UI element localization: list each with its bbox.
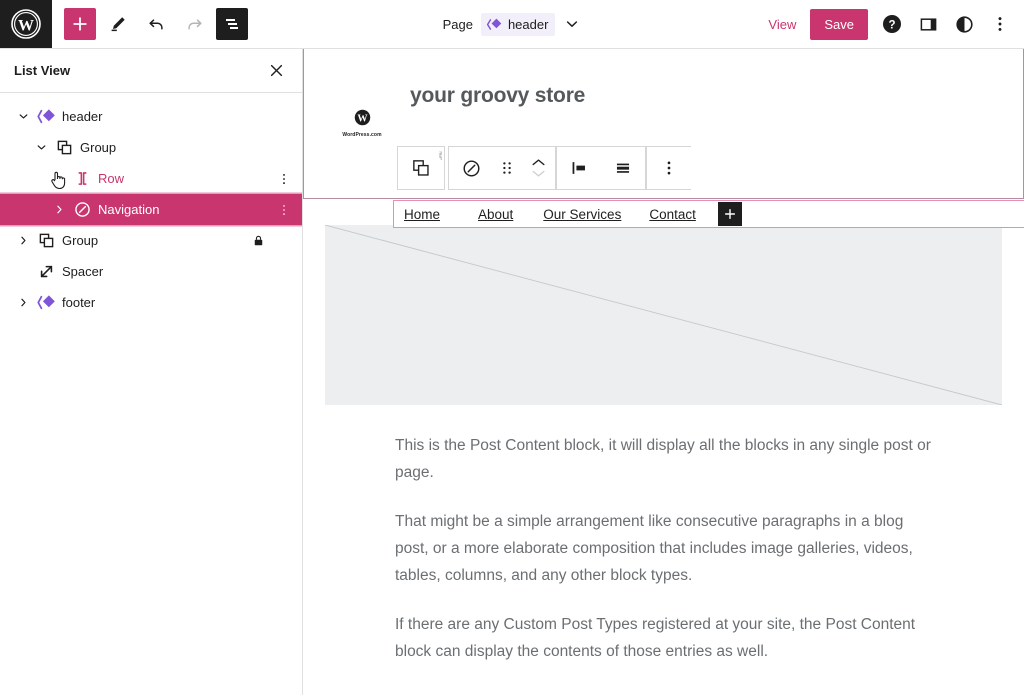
sidebar-item-label: header bbox=[62, 109, 103, 124]
site-title[interactable]: your groovy store bbox=[410, 84, 585, 108]
block-toolbar-segment-layout bbox=[556, 146, 646, 190]
nav-add-link-button[interactable] bbox=[717, 202, 742, 226]
view-button[interactable]: View bbox=[758, 11, 806, 38]
header-template-part[interactable]: W WordPress.com your groovy store i¦ Hom… bbox=[303, 49, 1024, 228]
redo-arrow-icon[interactable] bbox=[178, 8, 210, 40]
block-toolbar-segment-options bbox=[646, 146, 691, 190]
svg-text:?: ? bbox=[888, 20, 895, 32]
block-tree: header Group Row Navigation Group Spacer foote… bbox=[0, 93, 302, 695]
sidebar-item-label: Group bbox=[62, 233, 99, 248]
sidebar-item-row-2[interactable]: Row bbox=[0, 163, 302, 194]
chevron-right-icon[interactable] bbox=[12, 234, 34, 247]
nav-link-about[interactable]: About bbox=[478, 207, 513, 222]
wordpress-site-editor: W Page header View Save ? List View head… bbox=[0, 0, 1024, 695]
navigation-compass-icon[interactable] bbox=[449, 147, 493, 189]
add-block-button[interactable] bbox=[64, 8, 96, 40]
undo-arrow-icon[interactable] bbox=[140, 8, 172, 40]
site-logo[interactable]: W WordPress.com bbox=[328, 109, 396, 138]
block-toolbar: i¦ bbox=[397, 146, 691, 190]
chevron-down-icon[interactable] bbox=[563, 15, 581, 33]
sidebar-item-header-0[interactable]: header bbox=[0, 101, 302, 132]
image-placeholder-diagonal[interactable] bbox=[325, 225, 1002, 405]
lock-icon bbox=[251, 225, 266, 256]
block-toolbar-segment-block bbox=[448, 146, 556, 190]
site-logo-caption: WordPress.com bbox=[342, 132, 382, 138]
group-squares-icon bbox=[52, 137, 76, 158]
svg-text:W: W bbox=[357, 113, 368, 124]
row-options-three-dots-icon[interactable] bbox=[274, 194, 294, 225]
template-part-diamond-icon bbox=[34, 292, 58, 313]
post-content-block[interactable]: This is the Post Content block, it will … bbox=[395, 433, 932, 666]
document-title-label: header bbox=[507, 16, 549, 32]
spacer-diagonal-arrow-icon bbox=[34, 261, 58, 282]
sidebar-item-navigation-3[interactable]: Navigation bbox=[0, 194, 302, 225]
chevron-up-icon[interactable] bbox=[530, 157, 547, 168]
nav-link-our-services[interactable]: Our Services bbox=[543, 207, 621, 222]
svg-text:W: W bbox=[18, 17, 34, 34]
list-view-title: List View bbox=[14, 63, 71, 78]
navigation-block[interactable]: Home About Our Services Contact bbox=[393, 200, 1024, 228]
nav-link-contact[interactable]: Contact bbox=[649, 207, 696, 222]
document-kind-label: Page bbox=[442, 16, 473, 32]
chevron-right-icon[interactable] bbox=[48, 203, 70, 216]
chevron-right-icon[interactable] bbox=[12, 296, 34, 309]
three-dots-vertical-icon[interactable] bbox=[984, 8, 1016, 40]
paragraph-block[interactable]: That might be a simple arrangement like … bbox=[395, 509, 932, 589]
block-movers[interactable] bbox=[521, 147, 555, 189]
list-view-icon[interactable] bbox=[216, 8, 248, 40]
list-view-sidebar: List View header Group Row Navigation Group S… bbox=[0, 49, 303, 695]
sidebar-item-label: Spacer bbox=[62, 264, 104, 279]
sidebar-item-label: footer bbox=[62, 295, 96, 310]
row-options-three-dots-icon[interactable] bbox=[274, 163, 294, 194]
wordpress-logo-icon[interactable]: W bbox=[0, 0, 52, 48]
block-toolbar-main bbox=[448, 146, 691, 190]
save-button[interactable]: Save bbox=[810, 8, 868, 40]
chevron-down-icon[interactable] bbox=[530, 168, 547, 179]
sidebar-item-footer-6[interactable]: footer bbox=[0, 287, 302, 318]
top-bar-left-tools bbox=[52, 8, 248, 40]
help-circle-icon[interactable]: ? bbox=[876, 8, 908, 40]
group-squares-icon bbox=[34, 230, 58, 251]
sidebar-item-label: Row bbox=[98, 171, 125, 186]
chevron-down-icon[interactable] bbox=[30, 141, 52, 154]
select-parent-block-button[interactable] bbox=[397, 146, 445, 190]
drag-dots-icon[interactable] bbox=[493, 147, 521, 189]
editor-body: List View header Group Row Navigation Group S… bbox=[0, 49, 1024, 695]
paragraph-block[interactable]: If there are any Custom Post Types regis… bbox=[395, 612, 932, 665]
horizontal-lines-icon[interactable] bbox=[601, 147, 645, 189]
three-dots-vertical-icon[interactable] bbox=[647, 147, 691, 189]
list-view-header: List View bbox=[0, 49, 302, 93]
row-brackets-icon bbox=[70, 168, 94, 189]
sidebar-item-label: Navigation bbox=[98, 202, 160, 217]
nav-link-home[interactable]: Home bbox=[404, 207, 440, 222]
sidebar-panel-icon[interactable] bbox=[912, 8, 944, 40]
contrast-half-circle-icon[interactable] bbox=[948, 8, 980, 40]
close-x-icon[interactable] bbox=[264, 59, 288, 83]
navigation-compass-icon bbox=[70, 199, 94, 220]
justify-items-left-icon[interactable] bbox=[557, 147, 601, 189]
top-bar-right-tools: View Save ? bbox=[758, 8, 1024, 40]
template-part-diamond-icon bbox=[486, 16, 503, 33]
toolbar-edge-artifact: i¦ bbox=[439, 150, 443, 160]
sidebar-item-group-1[interactable]: Group bbox=[0, 132, 302, 163]
mouse-pointer-hand-cursor bbox=[48, 169, 68, 191]
chevron-down-icon[interactable] bbox=[12, 110, 34, 123]
sidebar-item-label: Group bbox=[80, 140, 117, 155]
editor-canvas: W WordPress.com your groovy store i¦ Hom… bbox=[303, 49, 1024, 695]
post-content-area: This is the Post Content block, it will … bbox=[303, 225, 1024, 666]
sidebar-item-spacer-5[interactable]: Spacer bbox=[0, 256, 302, 287]
template-part-diamond-icon bbox=[34, 106, 58, 127]
editor-top-bar: W Page header View Save ? bbox=[0, 0, 1024, 49]
document-title-chip[interactable]: header bbox=[480, 12, 556, 36]
sidebar-item-group-4[interactable]: Group bbox=[0, 225, 302, 256]
wordpress-circle-icon: W bbox=[354, 109, 371, 130]
pencil-icon[interactable] bbox=[102, 8, 134, 40]
paragraph-block[interactable]: This is the Post Content block, it will … bbox=[395, 433, 932, 486]
